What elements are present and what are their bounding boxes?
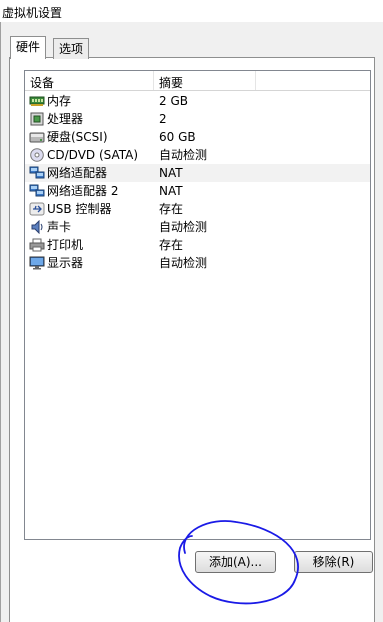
table-row[interactable]: 处理器 2 <box>25 110 370 128</box>
device-name: 处理器 <box>47 112 84 126</box>
table-row[interactable]: 声卡 自动检测 <box>25 218 370 236</box>
device-name: CD/DVD (SATA) <box>47 148 139 162</box>
device-summary: 自动检测 <box>159 148 208 162</box>
device-summary: 60 GB <box>159 130 196 144</box>
title-bar: 虚拟机设置 <box>0 0 383 22</box>
add-button[interactable]: 添加(A)... <box>195 551 276 573</box>
printer-icon <box>29 238 45 252</box>
tab-hardware[interactable]: 硬件 <box>10 36 47 59</box>
table-row[interactable]: 内存 2 GB <box>25 92 370 110</box>
device-name: 显示器 <box>47 256 84 270</box>
table-row[interactable]: 网络适配器 2 NAT <box>25 182 370 200</box>
device-summary: NAT <box>159 166 183 180</box>
table-row[interactable]: 硬盘(SCSI) 60 GB <box>25 128 370 146</box>
processor-icon <box>29 112 45 126</box>
network-adapter-icon <box>29 184 45 198</box>
tab-options[interactable]: 选项 <box>53 38 90 59</box>
table-row[interactable]: USB 控制器 存在 <box>25 200 370 218</box>
device-name: 网络适配器 <box>47 166 108 180</box>
device-summary: 2 <box>159 112 167 126</box>
device-summary: NAT <box>159 184 183 198</box>
device-name: 硬盘(SCSI) <box>47 130 108 144</box>
vm-settings-window: 虚拟机设置 硬件 选项 设备 摘要 内存 2 GB 处理器 2 硬盘(SCSI) 60 G… <box>0 0 383 622</box>
network-adapter-icon <box>29 166 45 180</box>
device-summary: 自动检测 <box>159 220 208 234</box>
device-name: USB 控制器 <box>47 202 112 216</box>
column-header-device[interactable]: 设备 <box>30 74 54 91</box>
table-row[interactable]: 网络适配器 NAT <box>25 164 370 182</box>
usb-icon <box>29 202 45 216</box>
device-name: 内存 <box>47 94 72 108</box>
cd-dvd-icon <box>29 148 45 162</box>
device-summary: 存在 <box>159 238 184 252</box>
device-name: 打印机 <box>47 238 84 252</box>
table-row[interactable]: 打印机 存在 <box>25 236 370 254</box>
column-separator[interactable] <box>153 71 154 90</box>
device-summary: 自动检测 <box>159 256 208 270</box>
column-separator[interactable] <box>255 71 256 90</box>
remove-button[interactable]: 移除(R) <box>294 551 373 573</box>
sound-card-icon <box>29 219 45 235</box>
device-summary: 存在 <box>159 202 184 216</box>
table-row[interactable]: CD/DVD (SATA) 自动检测 <box>25 146 370 164</box>
column-header-summary[interactable]: 摘要 <box>159 74 183 91</box>
device-summary: 2 GB <box>159 94 188 108</box>
device-name: 网络适配器 2 <box>47 184 119 198</box>
list-header: 设备 摘要 <box>25 71 370 91</box>
table-row[interactable]: 显示器 自动检测 <box>25 254 370 272</box>
memory-icon <box>29 94 45 108</box>
window-left-border <box>0 22 1 622</box>
device-name: 声卡 <box>47 220 72 234</box>
hard-disk-icon <box>29 130 45 144</box>
window-title: 虚拟机设置 <box>2 6 63 20</box>
device-list[interactable]: 设备 摘要 内存 2 GB 处理器 2 硬盘(SCSI) 60 GB CD/DVD (SAT… <box>24 70 371 540</box>
monitor-icon <box>29 256 45 270</box>
